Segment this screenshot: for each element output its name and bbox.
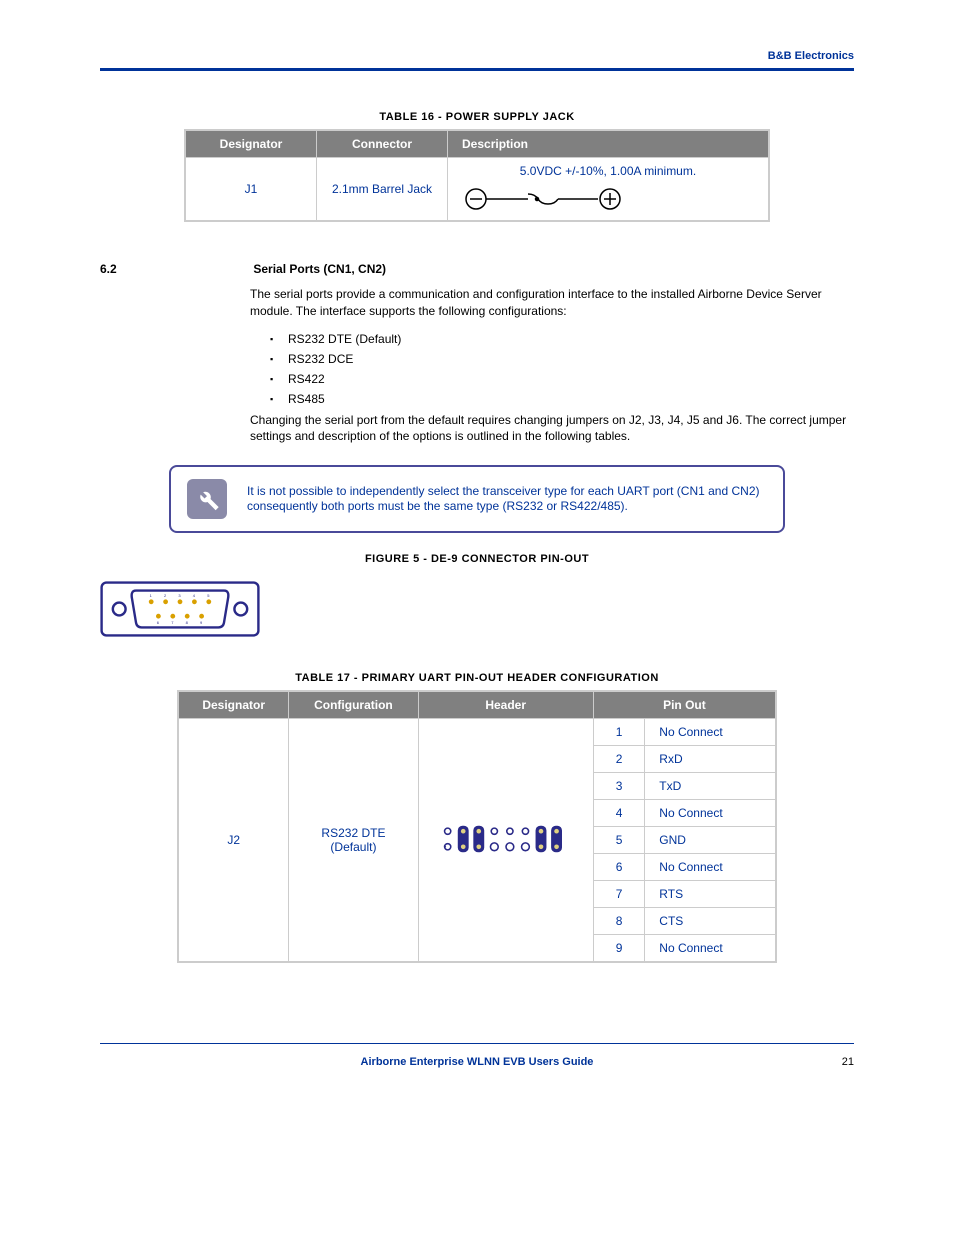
footer-title: Airborne Enterprise WLNN EVB Users Guide <box>361 1056 594 1068</box>
t17-header-diagram-cell <box>418 719 593 963</box>
pin-name: No Connect <box>645 800 776 827</box>
page-number: 21 <box>842 1056 854 1068</box>
feature-item: RS422 <box>270 372 854 386</box>
feature-item: RS485 <box>270 392 854 406</box>
page-header: B&B Electronics <box>100 50 854 68</box>
de9-connector-diagram: 1 2 3 4 5 6 7 8 9 <box>100 579 260 639</box>
pin-name: TxD <box>645 773 776 800</box>
header-rule <box>100 68 854 71</box>
svg-text:1: 1 <box>150 593 153 598</box>
svg-text:2: 2 <box>164 593 167 598</box>
note-box: It is not possible to independently sele… <box>169 465 785 533</box>
pin-num: 4 <box>593 800 644 827</box>
svg-text:4: 4 <box>193 593 196 598</box>
t17-col-designator: Designator <box>178 691 289 719</box>
section-number: 6.2 <box>100 262 250 276</box>
pin-num: 7 <box>593 881 644 908</box>
page-footer: Airborne Enterprise WLNN EVB Users Guide… <box>100 1043 854 1068</box>
t17-config: RS232 DTE (Default) <box>289 719 418 963</box>
svg-text:8: 8 <box>186 620 189 625</box>
table17-caption: TABLE 17 - PRIMARY UART PIN-OUT HEADER C… <box>100 672 854 684</box>
pin-num: 5 <box>593 827 644 854</box>
pin-name: RxD <box>645 746 776 773</box>
section-para2: Changing the serial port from the defaul… <box>250 412 854 446</box>
t16-connector: 2.1mm Barrel Jack <box>317 158 448 222</box>
pin-name: RTS <box>645 881 776 908</box>
jumper-header-diagram <box>436 819 576 859</box>
svg-text:5: 5 <box>207 593 210 598</box>
t16-col-designator: Designator <box>185 130 317 158</box>
svg-text:9: 9 <box>200 620 203 625</box>
table16-caption: TABLE 16 - POWER SUPPLY JACK <box>100 111 854 123</box>
pin-num: 1 <box>593 719 644 746</box>
t17-col-pinout: Pin Out <box>593 691 776 719</box>
feature-item: RS232 DCE <box>270 352 854 366</box>
svg-text:6: 6 <box>157 620 160 625</box>
pin-num: 6 <box>593 854 644 881</box>
pin-name: No Connect <box>645 719 776 746</box>
pin-name: No Connect <box>645 935 776 963</box>
section-heading: 6.2 Serial Ports (CN1, CN2) <box>100 262 854 276</box>
pin-num: 8 <box>593 908 644 935</box>
pin-name: GND <box>645 827 776 854</box>
t16-col-description: Description <box>448 130 770 158</box>
pin-num: 9 <box>593 935 644 963</box>
barrel-jack-diagram <box>458 184 638 214</box>
figure5-caption: FIGURE 5 - DE-9 CONNECTOR PIN-OUT <box>100 553 854 565</box>
feature-item: RS232 DTE (Default) <box>270 332 854 346</box>
pin-num: 2 <box>593 746 644 773</box>
section-para1: The serial ports provide a communication… <box>250 286 854 320</box>
t17-designator: J2 <box>178 719 289 963</box>
table17: Designator Configuration Header Pin Out … <box>177 690 777 963</box>
wrench-icon <box>187 479 227 519</box>
section-title: Serial Ports (CN1, CN2) <box>253 262 386 276</box>
t17-col-config: Configuration <box>289 691 418 719</box>
t17-col-header: Header <box>418 691 593 719</box>
svg-text:7: 7 <box>171 620 174 625</box>
t16-designator: J1 <box>185 158 317 222</box>
t16-description: 5.0VDC +/-10%, 1.00A minimum. <box>520 164 696 178</box>
feature-list: RS232 DTE (Default) RS232 DCE RS422 RS48… <box>270 332 854 406</box>
t16-desc-cell: 5.0VDC +/-10%, 1.00A minimum. <box>448 158 770 222</box>
table16: Designator Connector Description J1 2.1m… <box>184 129 770 222</box>
svg-text:3: 3 <box>178 593 181 598</box>
note-text: It is not possible to independently sele… <box>247 484 767 515</box>
pin-name: CTS <box>645 908 776 935</box>
pin-name: No Connect <box>645 854 776 881</box>
pin-num: 3 <box>593 773 644 800</box>
t16-col-connector: Connector <box>317 130 448 158</box>
